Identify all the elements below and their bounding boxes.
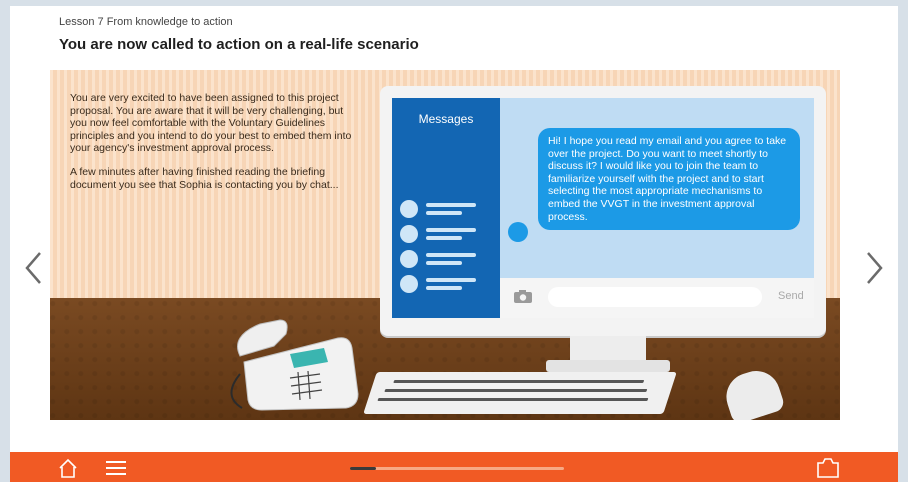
contact-avatar — [400, 275, 418, 293]
menu-icon[interactable] — [105, 459, 127, 477]
page-title: You are now called to action on a real-l… — [59, 36, 419, 53]
desk-phone — [230, 319, 359, 411]
course-progress-bar — [350, 467, 564, 470]
contact-item[interactable] — [400, 198, 492, 220]
message-input[interactable] — [548, 287, 762, 307]
chevron-left-icon — [25, 252, 41, 284]
next-page-button[interactable] — [864, 250, 886, 286]
contact-item[interactable] — [400, 223, 492, 245]
contact-avatar — [400, 225, 418, 243]
scenario-illustration: You are very excited to have been assign… — [50, 70, 840, 420]
chat-input-bar: Send — [500, 278, 814, 318]
send-button[interactable]: Send — [778, 290, 804, 302]
narrative-paragraph: You are very excited to have been assign… — [70, 92, 352, 155]
home-icon[interactable] — [58, 458, 78, 478]
course-progress-fill — [350, 467, 376, 470]
chevron-right-icon — [867, 252, 883, 284]
sender-avatar — [508, 222, 528, 242]
monitor-stand — [570, 336, 646, 362]
keyboard — [363, 372, 677, 414]
contact-avatar — [400, 200, 418, 218]
contact-item[interactable] — [400, 248, 492, 270]
chat-screen: Messages Hi! I hope you read my email an… — [392, 98, 814, 318]
messages-panel: Messages — [392, 98, 500, 318]
previous-page-button[interactable] — [22, 250, 44, 286]
glossary-icon[interactable] — [816, 457, 840, 479]
computer-monitor: Messages Hi! I hope you read my email an… — [380, 86, 826, 336]
course-footer — [10, 452, 898, 482]
chat-message-bubble: Hi! I hope you read my email and you agr… — [538, 128, 800, 231]
narrative-paragraph: A few minutes after having finished read… — [70, 165, 339, 191]
contact-avatar — [400, 250, 418, 268]
contact-item[interactable] — [400, 273, 492, 295]
camera-icon[interactable] — [514, 290, 532, 303]
lesson-label: Lesson 7 From knowledge to action — [59, 16, 233, 28]
chat-thread: Hi! I hope you read my email and you agr… — [500, 98, 814, 278]
monitor-stand-base — [546, 360, 670, 372]
scenario-narrative: You are very excited to have been assign… — [70, 92, 360, 202]
messages-title: Messages — [418, 112, 474, 126]
